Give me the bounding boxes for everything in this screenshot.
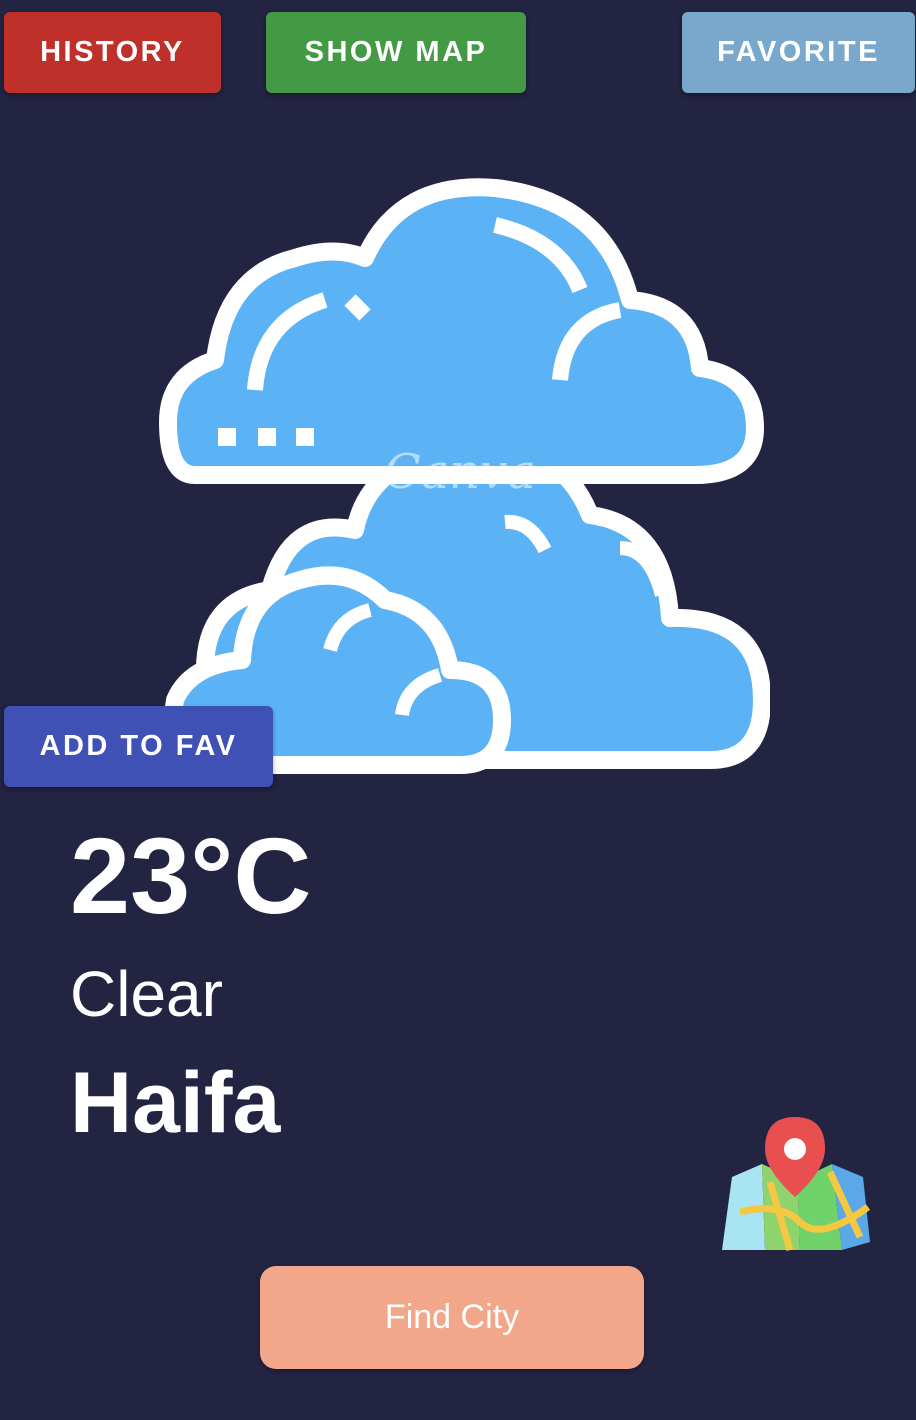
map-pin-icon[interactable] xyxy=(720,1112,875,1257)
watermark-text: Canva xyxy=(384,444,536,500)
weather-condition: Clear xyxy=(70,958,223,1030)
add-to-fav-button[interactable]: ADD TO FAV xyxy=(4,706,273,787)
weather-screen: HISTORY SHOW MAP FAVORITE Canva ADD TO F… xyxy=(0,0,916,1420)
temperature-value: 23°C xyxy=(70,815,312,936)
clouds-icon: Canva xyxy=(159,178,770,774)
favorite-button[interactable]: FAVORITE xyxy=(682,12,915,93)
history-button[interactable]: HISTORY xyxy=(4,12,221,93)
show-map-button[interactable]: SHOW MAP xyxy=(266,12,526,93)
city-name: Haifa xyxy=(70,1055,281,1151)
find-city-button[interactable]: Find City xyxy=(260,1266,644,1369)
